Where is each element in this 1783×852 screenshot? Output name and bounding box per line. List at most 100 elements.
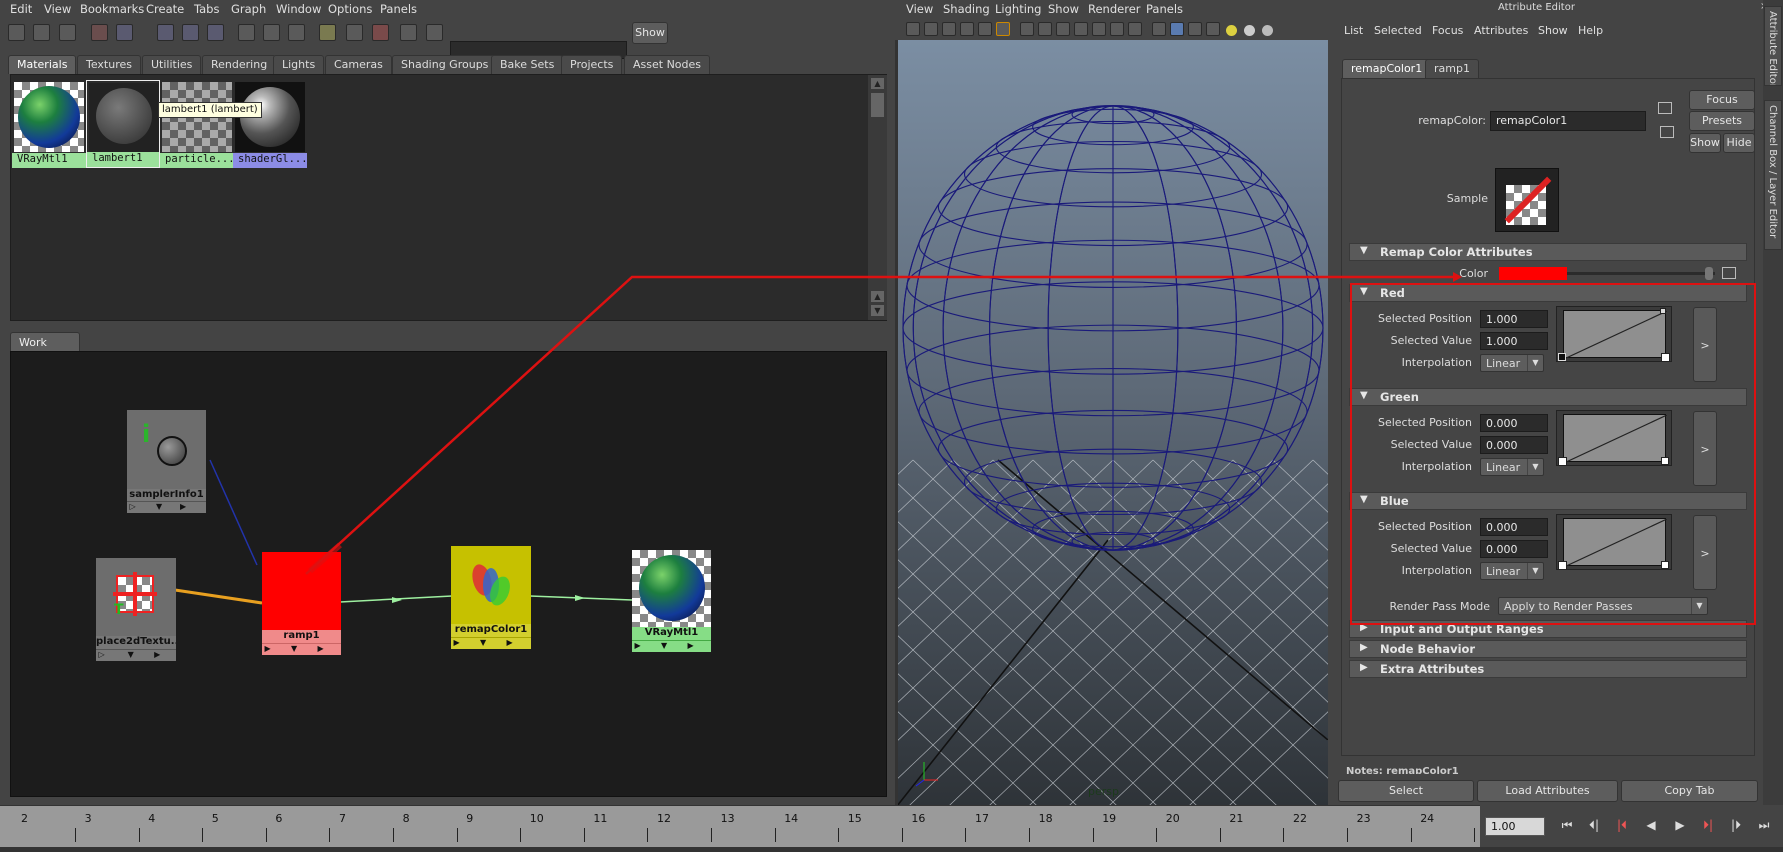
node-ports[interactable]: ▶ ▼ ▶ — [262, 643, 341, 655]
ae-tab-remapcolor1[interactable]: remapColor1 — [1342, 59, 1432, 78]
render-pass-mode-dropdown[interactable]: Apply to Render Passes ▼ — [1498, 597, 1708, 615]
focus-button[interactable]: Focus — [1689, 90, 1755, 110]
node-remapcolor1[interactable]: remapColor1 ▶ ▼ ▶ — [451, 546, 531, 650]
section-green[interactable]: ▼ Green — [1349, 388, 1747, 406]
map-texture-icon[interactable] — [1722, 267, 1736, 279]
ae-menu-attributes[interactable]: Attributes — [1474, 24, 1528, 37]
color-slider-handle[interactable] — [1705, 267, 1713, 280]
current-frame-field[interactable]: 1.00 — [1485, 817, 1545, 836]
ramp-key-end-icon[interactable] — [1661, 457, 1669, 465]
ae-menu-show[interactable]: Show — [1538, 24, 1568, 37]
film-gate-icon[interactable] — [996, 22, 1010, 36]
timeline[interactable] — [0, 805, 1480, 847]
section-node-behavior[interactable]: ▶ Node Behavior — [1349, 640, 1747, 658]
image-plane-icon[interactable] — [960, 22, 974, 36]
go-to-start-icon[interactable]: ⏮ — [1557, 818, 1577, 836]
vp-menu-shading[interactable]: Shading — [943, 2, 990, 16]
node-ramp1[interactable]: ramp1 ▶ ▼ ▶ — [262, 552, 341, 656]
dof-icon[interactable] — [1262, 25, 1273, 36]
blue-interpolation-dropdown[interactable]: Linear ▼ — [1480, 562, 1544, 580]
blue-expand-button[interactable]: > — [1693, 515, 1717, 590]
ramp-key-start-icon[interactable] — [1558, 353, 1566, 361]
play-forward-icon[interactable]: ▶ — [1670, 818, 1690, 836]
red-selected-value-field[interactable]: 1.000 — [1480, 332, 1548, 350]
ramp-handle-icon[interactable] — [1660, 308, 1666, 314]
vp-menu-renderer[interactable]: Renderer — [1088, 2, 1141, 16]
show-attr-button[interactable]: Show — [1689, 133, 1721, 153]
play-backward-icon[interactable]: ◀ — [1641, 818, 1661, 836]
ae-menu-focus[interactable]: Focus — [1432, 24, 1463, 37]
green-expand-button[interactable]: > — [1693, 411, 1717, 486]
color-swatch[interactable] — [1499, 267, 1567, 280]
blue-selected-value-field[interactable]: 0.000 — [1480, 540, 1548, 558]
camera-attr-icon[interactable] — [924, 22, 938, 36]
xray-icon[interactable] — [1170, 22, 1184, 36]
load-attributes-button[interactable]: Load Attributes — [1477, 780, 1618, 802]
green-interpolation-dropdown[interactable]: Linear ▼ — [1480, 458, 1544, 476]
isolate-icon[interactable] — [1152, 22, 1166, 36]
node-place2dtexture[interactable]: T place2dTextu... ▷ ▼ ▶ — [96, 558, 176, 662]
node-ports[interactable]: ▶ ▼ ▶ — [632, 640, 711, 652]
ae-menu-list[interactable]: List — [1344, 24, 1363, 37]
side-tab-attribute-editor[interactable]: Attribute Editor — [1764, 6, 1782, 86]
section-extra-attributes[interactable]: ▶ Extra Attributes — [1349, 660, 1747, 678]
bookmark-icon[interactable] — [942, 22, 956, 36]
node-samplerinfo1[interactable]: i samplerInfo1 ▷ ▼ ▶ — [127, 410, 206, 513]
textured-icon[interactable] — [1074, 22, 1088, 36]
step-forward-icon[interactable]: |⏵ — [1726, 818, 1746, 836]
step-back-icon[interactable]: ⏴| — [1584, 818, 1604, 836]
section-input-output-ranges[interactable]: ▶ Input and Output Ranges — [1349, 620, 1747, 638]
select-button[interactable]: Select — [1338, 780, 1474, 802]
hud-icon[interactable] — [1128, 22, 1142, 36]
ramp-key-end-icon[interactable] — [1661, 353, 1670, 362]
vp-menu-lighting[interactable]: Lighting — [995, 2, 1041, 16]
output-connections-icon[interactable] — [1660, 126, 1674, 138]
wireframe-icon[interactable] — [1020, 22, 1034, 36]
ramp-key-end-icon[interactable] — [1661, 561, 1669, 569]
section-red[interactable]: ▼ Red — [1349, 284, 1747, 302]
wire-on-shaded-icon[interactable] — [1056, 22, 1070, 36]
node-name-field[interactable]: remapColor1 — [1490, 111, 1646, 131]
ao-icon[interactable] — [1226, 25, 1237, 36]
node-ports[interactable]: ▷ ▼ ▶ — [127, 501, 206, 513]
step-back-key-icon[interactable]: |⏴ — [1612, 818, 1632, 836]
vp-menu-show[interactable]: Show — [1048, 2, 1079, 16]
ae-tab-ramp1[interactable]: ramp1 — [1425, 59, 1479, 78]
presets-button[interactable]: Presets — [1689, 111, 1755, 131]
red-expand-button[interactable]: > — [1693, 307, 1717, 382]
viewport-3d[interactable]: persp — [898, 40, 1328, 805]
step-forward-key-icon[interactable]: ⏵| — [1698, 818, 1718, 836]
green-ramp-graph[interactable] — [1556, 410, 1672, 466]
ramp-key-start-icon[interactable] — [1558, 561, 1567, 570]
node-ports[interactable]: ▷ ▼ ▶ — [96, 649, 176, 661]
smooth-shade-icon[interactable] — [1038, 22, 1052, 36]
grid-icon[interactable] — [978, 22, 992, 36]
green-selected-position-field[interactable]: 0.000 — [1480, 414, 1548, 432]
hide-attr-button[interactable]: Hide — [1723, 133, 1755, 153]
node-ports[interactable]: ▶ ▼ ▶ — [451, 637, 531, 649]
shadow-icon[interactable] — [1110, 22, 1124, 36]
green-selected-value-field[interactable]: 0.000 — [1480, 436, 1548, 454]
red-interpolation-dropdown[interactable]: Linear ▼ — [1480, 354, 1544, 372]
camera-select-icon[interactable] — [906, 22, 920, 36]
section-remap-color[interactable]: ▼ Remap Color Attributes — [1349, 243, 1747, 261]
go-to-end-icon[interactable]: ⏭ — [1754, 818, 1774, 836]
lighting-icon[interactable] — [1092, 22, 1106, 36]
color-slider[interactable] — [1567, 272, 1715, 275]
checker-icon[interactable] — [1206, 22, 1220, 36]
section-blue[interactable]: ▼ Blue — [1349, 492, 1747, 510]
aa-icon[interactable] — [1244, 25, 1255, 36]
xray-joints-icon[interactable] — [1188, 22, 1202, 36]
blue-selected-position-field[interactable]: 0.000 — [1480, 518, 1548, 536]
red-ramp-graph[interactable] — [1556, 306, 1672, 362]
ae-menu-help[interactable]: Help — [1578, 24, 1603, 37]
input-connections-icon[interactable] — [1658, 102, 1672, 114]
vp-menu-panels[interactable]: Panels — [1146, 2, 1183, 16]
node-vraymtl1[interactable]: VRayMtl1 ▶ ▼ ▶ — [632, 550, 711, 653]
ramp-key-start-icon[interactable] — [1558, 457, 1567, 466]
blue-ramp-graph[interactable] — [1556, 514, 1672, 570]
copy-tab-button[interactable]: Copy Tab — [1621, 780, 1758, 802]
side-tab-channel-box[interactable]: Channel Box / Layer Editor — [1764, 100, 1782, 250]
vp-menu-view[interactable]: View — [906, 2, 933, 16]
ae-menu-selected[interactable]: Selected — [1374, 24, 1422, 37]
